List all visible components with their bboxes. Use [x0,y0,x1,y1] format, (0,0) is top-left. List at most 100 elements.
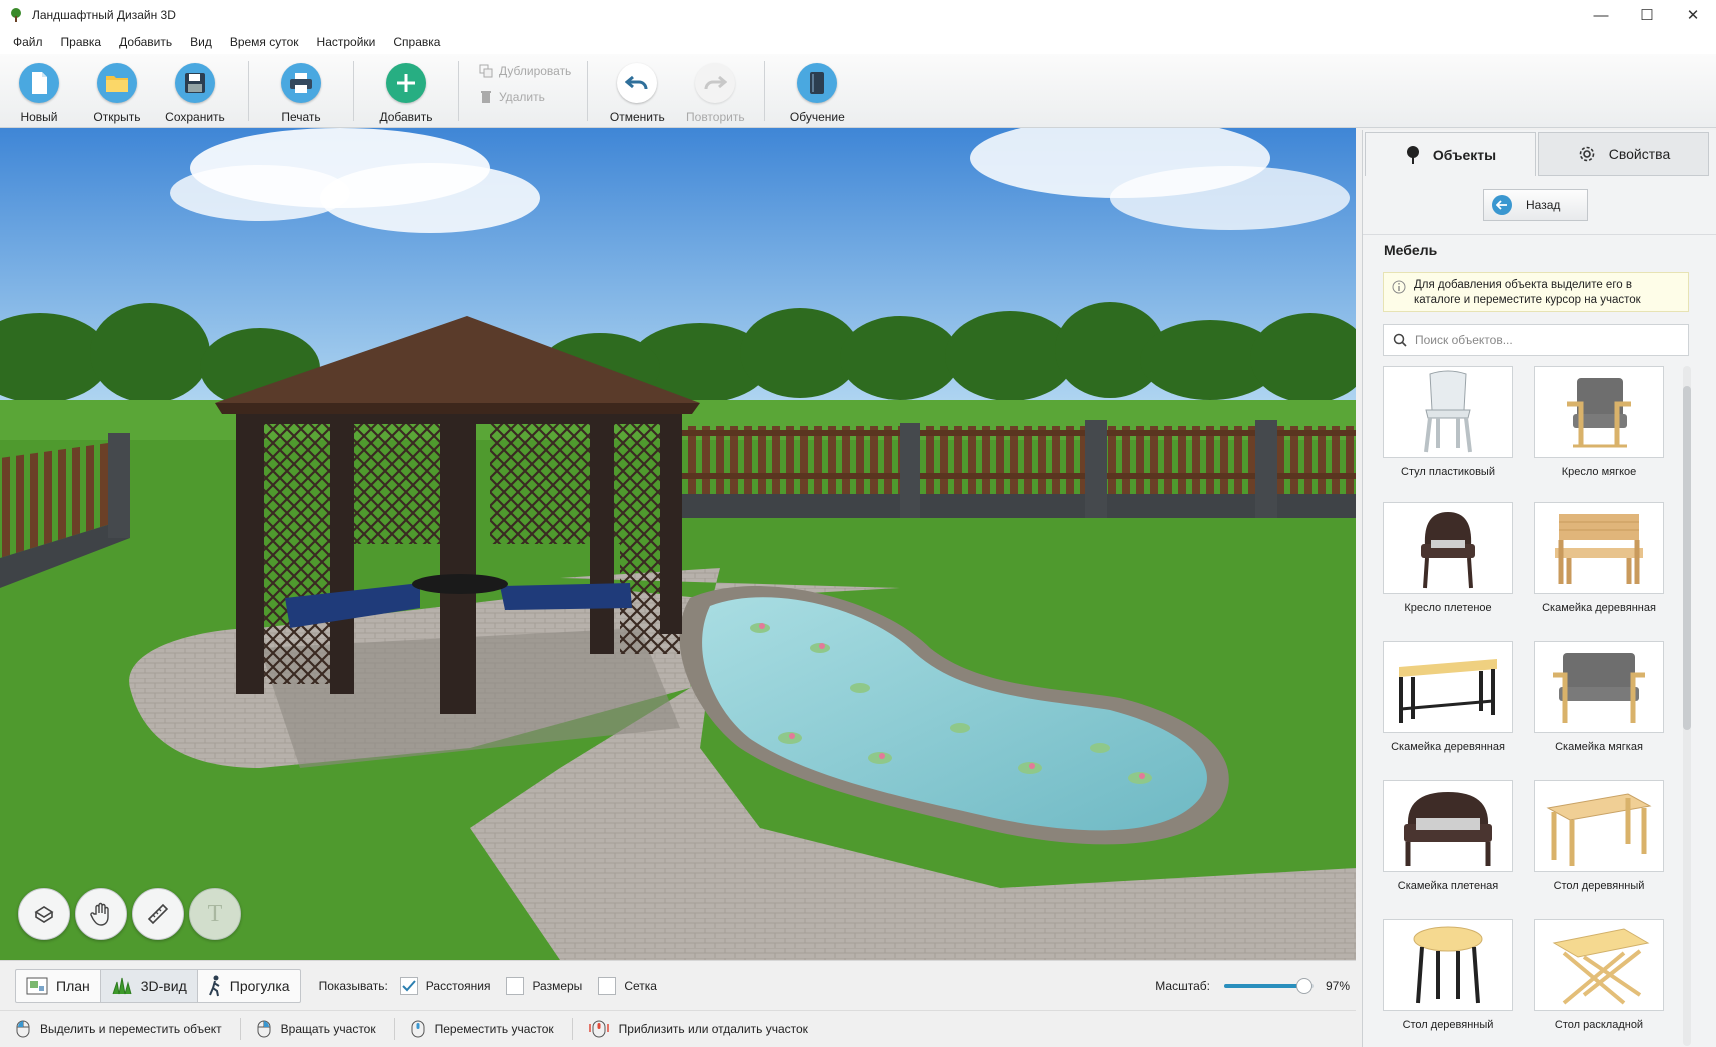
new-file-icon [19,63,59,103]
catalog-item[interactable]: Скамейка плетеная [1383,780,1513,892]
mouse-left-click-icon [16,1020,30,1038]
mouse-scroll-icon [588,1020,609,1038]
catalog-list: Стул пластиковый Кресло мягкое Кресло пл… [1383,366,1683,1046]
wicker-armchair-thumbnail [1383,502,1513,594]
back-arrow-icon [1492,195,1512,215]
search-input[interactable] [1415,333,1675,347]
catalog-item[interactable]: Стол раскладной [1534,919,1664,1031]
trash-icon [481,91,491,103]
gear-icon [1579,146,1595,162]
3d-grass-icon [112,977,132,994]
save-button[interactable]: Сохранить [156,54,234,128]
round-table-thumbnail [1383,919,1513,1011]
menu-add[interactable]: Добавить [110,35,181,49]
wooden-slat-bench-thumbnail [1383,641,1513,733]
pan-tool-button[interactable] [75,888,127,940]
3d-view-mode-button[interactable]: 3D-вид [100,969,198,1002]
menu-edit[interactable]: Правка [52,35,111,49]
tab-objects[interactable]: Объекты [1365,132,1536,176]
undo-arrow-icon [617,63,658,103]
scroll-thumb[interactable] [1683,386,1691,730]
checkbox-checked [399,976,418,995]
catalog-item[interactable]: Скамейка мягкая [1534,641,1664,753]
wooden-bench-thumbnail [1534,502,1664,594]
zoom-control: Масштаб: 97% [1155,961,1350,1011]
catalog-item[interactable]: Кресло плетеное [1383,502,1513,614]
soft-armchair-thumbnail [1534,366,1664,458]
view-mode-group: План 3D-вид Прогулка [15,968,301,1003]
print-button[interactable]: Печать [249,54,353,128]
delete-button[interactable]: Удалить [479,90,571,104]
printer-icon [281,63,321,103]
close-button[interactable]: ✕ [1670,0,1716,30]
plus-icon [386,63,426,103]
redo-button[interactable]: Повторить [676,54,754,128]
dimensions-checkbox[interactable]: Размеры [506,976,582,995]
checkbox-unchecked [598,976,617,995]
catalog-item[interactable]: Кресло мягкое [1534,366,1664,478]
catalog-scrollbar[interactable] [1679,366,1693,1046]
mouse-middle-click-icon [411,1020,425,1038]
book-icon [797,63,838,103]
walking-person-icon [208,975,220,996]
info-box: Для добавления объекта выделите его в ка… [1383,272,1689,312]
zoom-label: Масштаб: [1155,979,1210,993]
duplicate-icon [479,64,493,78]
status-bar: Выделить и переместить объект Вращать уч… [0,1010,1356,1047]
ruler-tool-button[interactable] [132,888,184,940]
folder-icon [97,63,137,103]
maximize-button[interactable]: ☐ [1624,0,1670,30]
text-icon: T [207,900,223,927]
menu-view[interactable]: Вид [181,35,221,49]
folding-table-thumbnail [1534,919,1664,1011]
menu-file[interactable]: Файл [4,35,52,49]
window-title: Ландшафтный Дизайн 3D [32,8,176,22]
tree-object-icon [1406,145,1419,164]
back-button[interactable]: Назад [1483,189,1588,221]
catalog-item[interactable]: Стул пластиковый [1383,366,1513,478]
plan-mode-button[interactable]: План [16,969,101,1002]
catalog-item[interactable]: Скамейка деревянная [1534,502,1664,614]
redo-arrow-icon [695,63,736,103]
hint-select-move: Выделить и переместить объект [16,1018,241,1040]
catalog-item[interactable]: Скамейка деревянная [1383,641,1513,753]
undo-button[interactable]: Отменить [598,54,676,128]
tutorial-button[interactable]: Обучение [765,54,869,128]
zoom-slider[interactable] [1223,978,1314,994]
distances-checkbox[interactable]: Расстояния [399,976,490,995]
view-bar: План 3D-вид Прогулка Показывать: Расстоя… [0,960,1356,1010]
add-button[interactable]: Добавить [354,54,458,128]
floppy-disk-icon [175,63,215,103]
search-icon [1393,333,1407,347]
app-tree-icon [11,8,21,22]
hint-move: Переместить участок [411,1018,573,1040]
menu-settings[interactable]: Настройки [308,35,385,49]
wicker-bench-thumbnail [1383,780,1513,872]
catalog-item[interactable]: Стол деревянный [1534,780,1664,892]
zoom-value: 97% [1325,979,1350,993]
title-bar: Ландшафтный Дизайн 3D — ☐ ✕ [0,0,1716,30]
menu-time-of-day[interactable]: Время суток [221,35,308,49]
toolbar: Новый Открыть Сохранить Печать Добавить … [0,54,1716,128]
rotate-3d-icon [34,906,54,923]
3d-viewport[interactable]: T [0,128,1356,960]
garden-scene [0,128,1356,960]
new-button[interactable]: Новый [0,54,78,128]
minimize-button[interactable]: — [1578,0,1624,30]
grid-checkbox[interactable]: Сетка [598,976,657,995]
hint-rotate: Вращать участок [257,1018,395,1040]
text-tool-button[interactable]: T [189,888,241,940]
checkmark-icon [402,979,416,991]
menu-bar: Файл Правка Добавить Вид Время суток Нас… [0,30,1716,54]
tab-properties[interactable]: Свойства [1538,132,1709,176]
zoom-slider-handle[interactable] [1295,978,1312,994]
wooden-table-thumbnail [1534,780,1664,872]
rotate-view-tool-button[interactable] [18,888,70,940]
show-label: Показывать: [318,978,388,993]
duplicate-button[interactable]: Дублировать [479,64,571,78]
plastic-chair-thumbnail [1383,366,1513,458]
walk-mode-button[interactable]: Прогулка [198,970,300,1002]
open-button[interactable]: Открыть [78,54,156,128]
catalog-item[interactable]: Стол деревянный [1383,919,1513,1031]
menu-help[interactable]: Справка [384,35,449,49]
